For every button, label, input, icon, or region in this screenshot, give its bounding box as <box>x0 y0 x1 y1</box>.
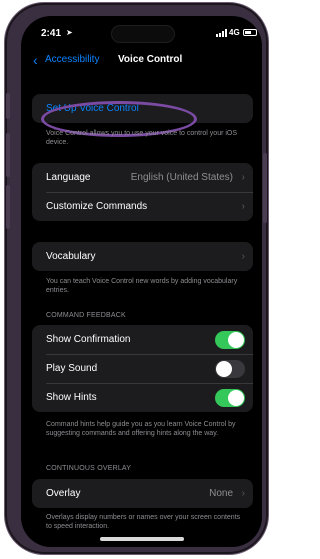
overlay-label: Overlay <box>46 488 81 499</box>
command-feedback-group: Show Confirmation Play Sound Show Hints <box>32 325 253 412</box>
power-button <box>263 153 267 223</box>
play-sound-toggle[interactable] <box>215 359 245 378</box>
back-button[interactable]: Accessibility <box>45 54 99 65</box>
page-title: Voice Control <box>118 54 183 65</box>
toggle-knob <box>216 360 232 377</box>
toggle-knob <box>228 389 244 406</box>
overlay-row[interactable]: Overlay None › <box>32 479 253 508</box>
language-group: Language English (United States) › Custo… <box>32 163 253 221</box>
screen: 2:41 ➤ 4G ‹ Accessibility Voice Control … <box>21 16 262 547</box>
status-bar: 2:41 ➤ 4G <box>21 16 262 46</box>
overlay-footnote: Overlays display numbers or names over y… <box>46 514 241 530</box>
battery-icon <box>243 29 257 36</box>
language-label: Language <box>46 172 91 183</box>
vocabulary-label: Vocabulary <box>46 251 96 262</box>
chevron-right-icon: › <box>241 201 245 212</box>
setup-footnote: Voice Control allows you to use your voi… <box>46 130 238 146</box>
customize-commands-label: Customize Commands <box>46 201 148 212</box>
volume-down-button <box>6 185 10 229</box>
show-confirmation-label: Show Confirmation <box>46 334 131 345</box>
toggle-knob <box>228 331 244 348</box>
dynamic-island <box>111 25 175 43</box>
show-confirmation-toggle[interactable] <box>215 330 245 349</box>
vocabulary-footnote: You can teach Voice Control new words by… <box>46 278 238 294</box>
command-feedback-footnote: Command hints help guide you as you lear… <box>46 421 236 437</box>
chevron-right-icon: › <box>241 172 245 183</box>
overlay-value: None <box>209 488 233 499</box>
volume-up-button <box>6 133 10 177</box>
status-time: 2:41 <box>41 28 62 39</box>
cellular-signal-icon <box>216 29 227 37</box>
phone-frame: 2:41 ➤ 4G ‹ Accessibility Voice Control … <box>4 2 269 555</box>
action-button <box>6 93 10 119</box>
overlay-group: Overlay None › <box>32 479 253 508</box>
navigation-bar: ‹ Accessibility Voice Control <box>21 48 262 72</box>
play-sound-row: Play Sound <box>32 354 253 383</box>
language-row[interactable]: Language English (United States) › <box>32 163 253 192</box>
vocabulary-row[interactable]: Vocabulary › <box>32 242 253 271</box>
vocabulary-group: Vocabulary › <box>32 242 253 271</box>
back-chevron-icon[interactable]: ‹ <box>33 52 38 68</box>
carrier-label: 4G <box>229 28 240 37</box>
location-arrow-icon: ➤ <box>66 28 73 37</box>
show-hints-row: Show Hints <box>32 383 253 412</box>
chevron-right-icon: › <box>241 251 245 262</box>
home-indicator[interactable] <box>100 537 184 541</box>
play-sound-label: Play Sound <box>46 363 98 374</box>
show-hints-toggle[interactable] <box>215 388 245 407</box>
chevron-right-icon: › <box>241 488 245 499</box>
show-hints-label: Show Hints <box>46 392 97 403</box>
language-value: English (United States) <box>130 172 233 183</box>
command-feedback-header: COMMAND FEEDBACK <box>46 312 126 319</box>
show-confirmation-row: Show Confirmation <box>32 325 253 354</box>
customize-commands-row[interactable]: Customize Commands › <box>32 192 253 221</box>
continuous-overlay-header: CONTINUOUS OVERLAY <box>46 465 132 472</box>
